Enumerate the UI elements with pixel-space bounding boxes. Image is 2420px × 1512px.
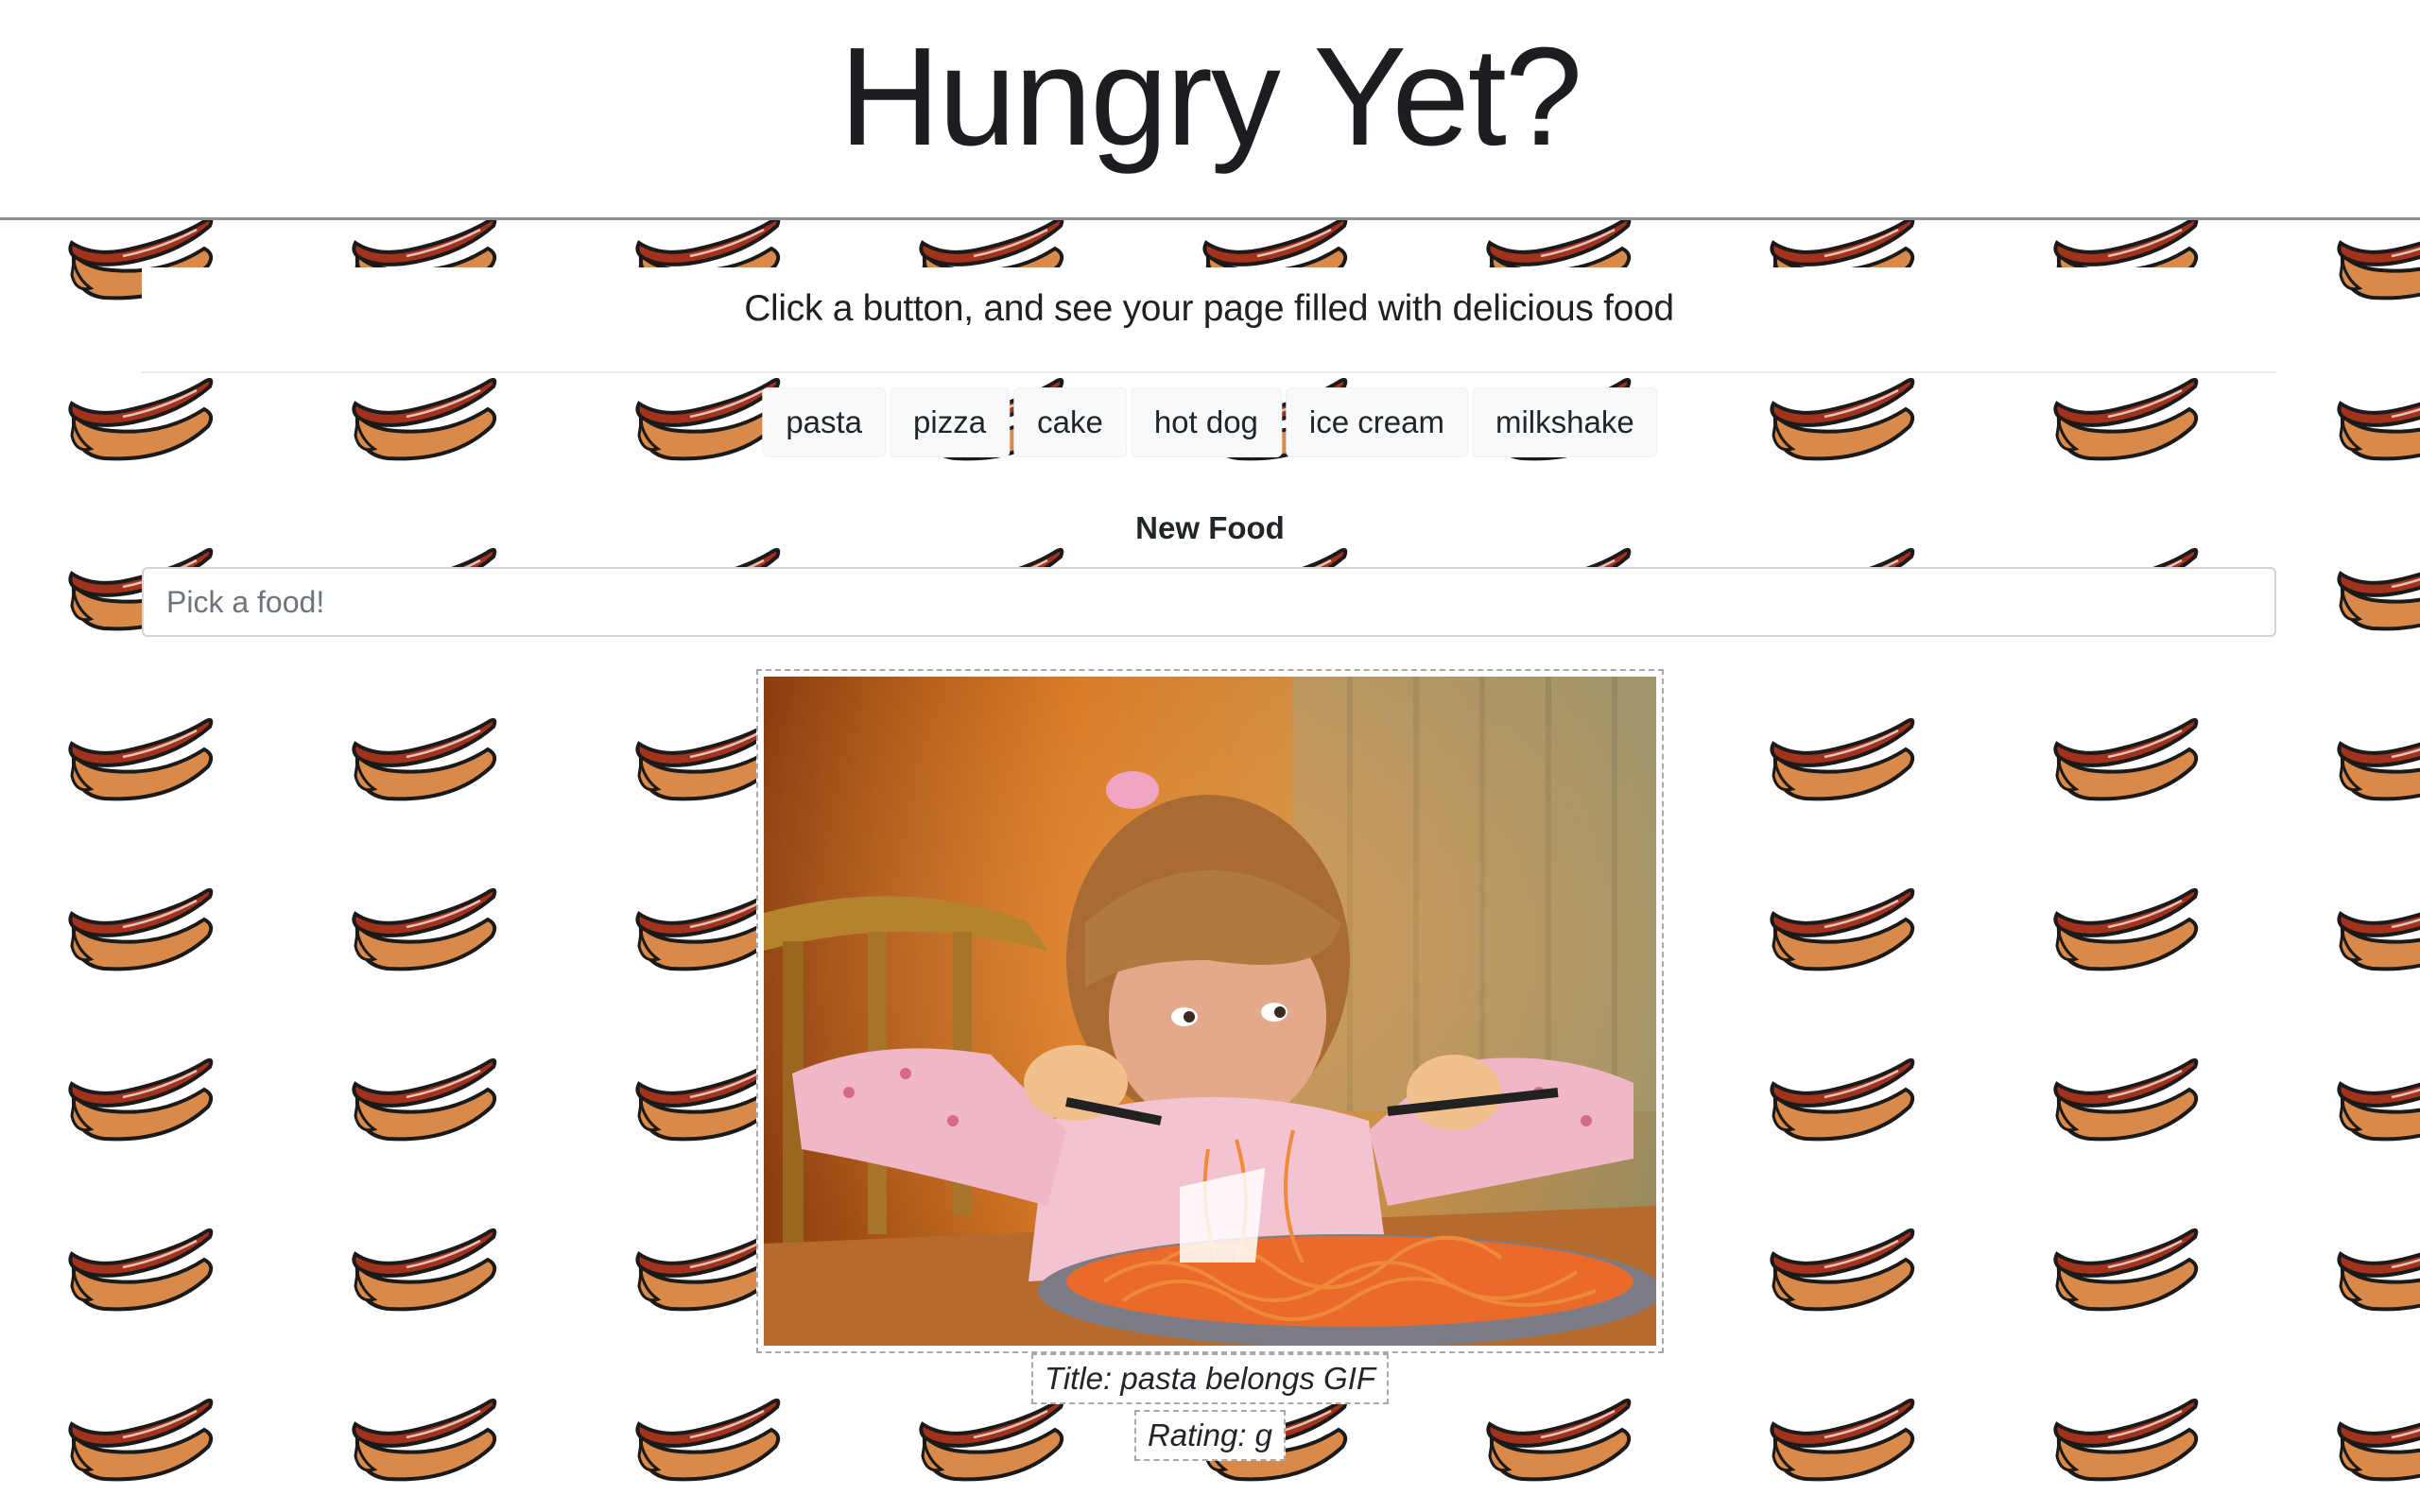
hot-dog-icon (1770, 1228, 1915, 1312)
hot-dog-icon (68, 1057, 214, 1142)
hot-dog-icon (2337, 1251, 2420, 1312)
hot-dog-icon (352, 1228, 497, 1312)
hot-dog-icon (919, 1398, 1064, 1482)
hot-dog-icon (2337, 1081, 2420, 1142)
gif-title-caption: Title: pasta belongs GIF (1030, 1353, 1390, 1404)
gif-image[interactable] (764, 677, 1656, 1346)
hot-dog-icon (635, 1398, 781, 1482)
food-button-ice-cream[interactable]: ice cream (1285, 387, 1468, 457)
hot-dog-icon (2053, 1398, 2199, 1482)
hot-dog-icon (2053, 717, 2199, 801)
page-header: Hungry Yet? (0, 0, 2420, 220)
new-food-input[interactable] (142, 567, 2276, 637)
hot-dog-icon (2337, 401, 2420, 461)
hot-dog-icon (2053, 1228, 2199, 1312)
hot-dog-icon (2053, 377, 2199, 461)
hot-dog-icon (352, 1057, 497, 1142)
new-food-label: New Food (1135, 510, 1285, 545)
hot-dog-icon (68, 1398, 214, 1482)
food-button-cake[interactable]: cake (1013, 387, 1127, 457)
app-root: Hungry Yet? Click a button, and see your… (0, 0, 2420, 1512)
hot-dog-icon (1486, 1398, 1632, 1482)
hot-dog-icon (352, 717, 497, 801)
hot-dog-icon (2053, 1057, 2199, 1142)
hot-dog-icon (1770, 887, 1915, 971)
food-button-milkshake[interactable]: milkshake (1471, 387, 1658, 457)
gif-rating-caption: Rating: g (1133, 1410, 1287, 1461)
hot-dog-icon (2337, 741, 2420, 801)
hot-dog-icon (68, 377, 214, 461)
hot-dog-icon (68, 1228, 214, 1312)
hot-dog-icon (1770, 377, 1915, 461)
hot-dog-icon (2337, 571, 2420, 631)
hot-dog-icon (1770, 1057, 1915, 1142)
food-button-pizza[interactable]: pizza (890, 387, 1011, 457)
page-title: Hungry Yet? (838, 19, 1582, 175)
hot-dog-icon (1770, 1398, 1915, 1482)
hot-dog-icon (352, 1398, 497, 1482)
hot-dog-icon (2337, 240, 2420, 301)
hot-dog-icon (2337, 1421, 2420, 1482)
jumbotron-panel: Click a button, and see your page filled… (142, 267, 2276, 371)
hot-dog-icon (352, 377, 497, 461)
hot-dog-icon (68, 717, 214, 801)
food-button-pasta[interactable]: pasta (762, 387, 887, 457)
hot-dog-icon (2337, 911, 2420, 971)
lead-text: Click a button, and see your page filled… (744, 288, 1674, 329)
food-button-group: pasta pizza cake hot dog ice cream milks… (762, 387, 1658, 457)
hot-dog-icon (2053, 887, 2199, 971)
gif-card (756, 669, 1664, 1353)
divider (142, 371, 2276, 373)
hot-dog-icon (1770, 717, 1915, 801)
food-button-hot-dog[interactable]: hot dog (1130, 387, 1282, 457)
hot-dog-icon (352, 887, 497, 971)
hot-dog-icon (68, 887, 214, 971)
